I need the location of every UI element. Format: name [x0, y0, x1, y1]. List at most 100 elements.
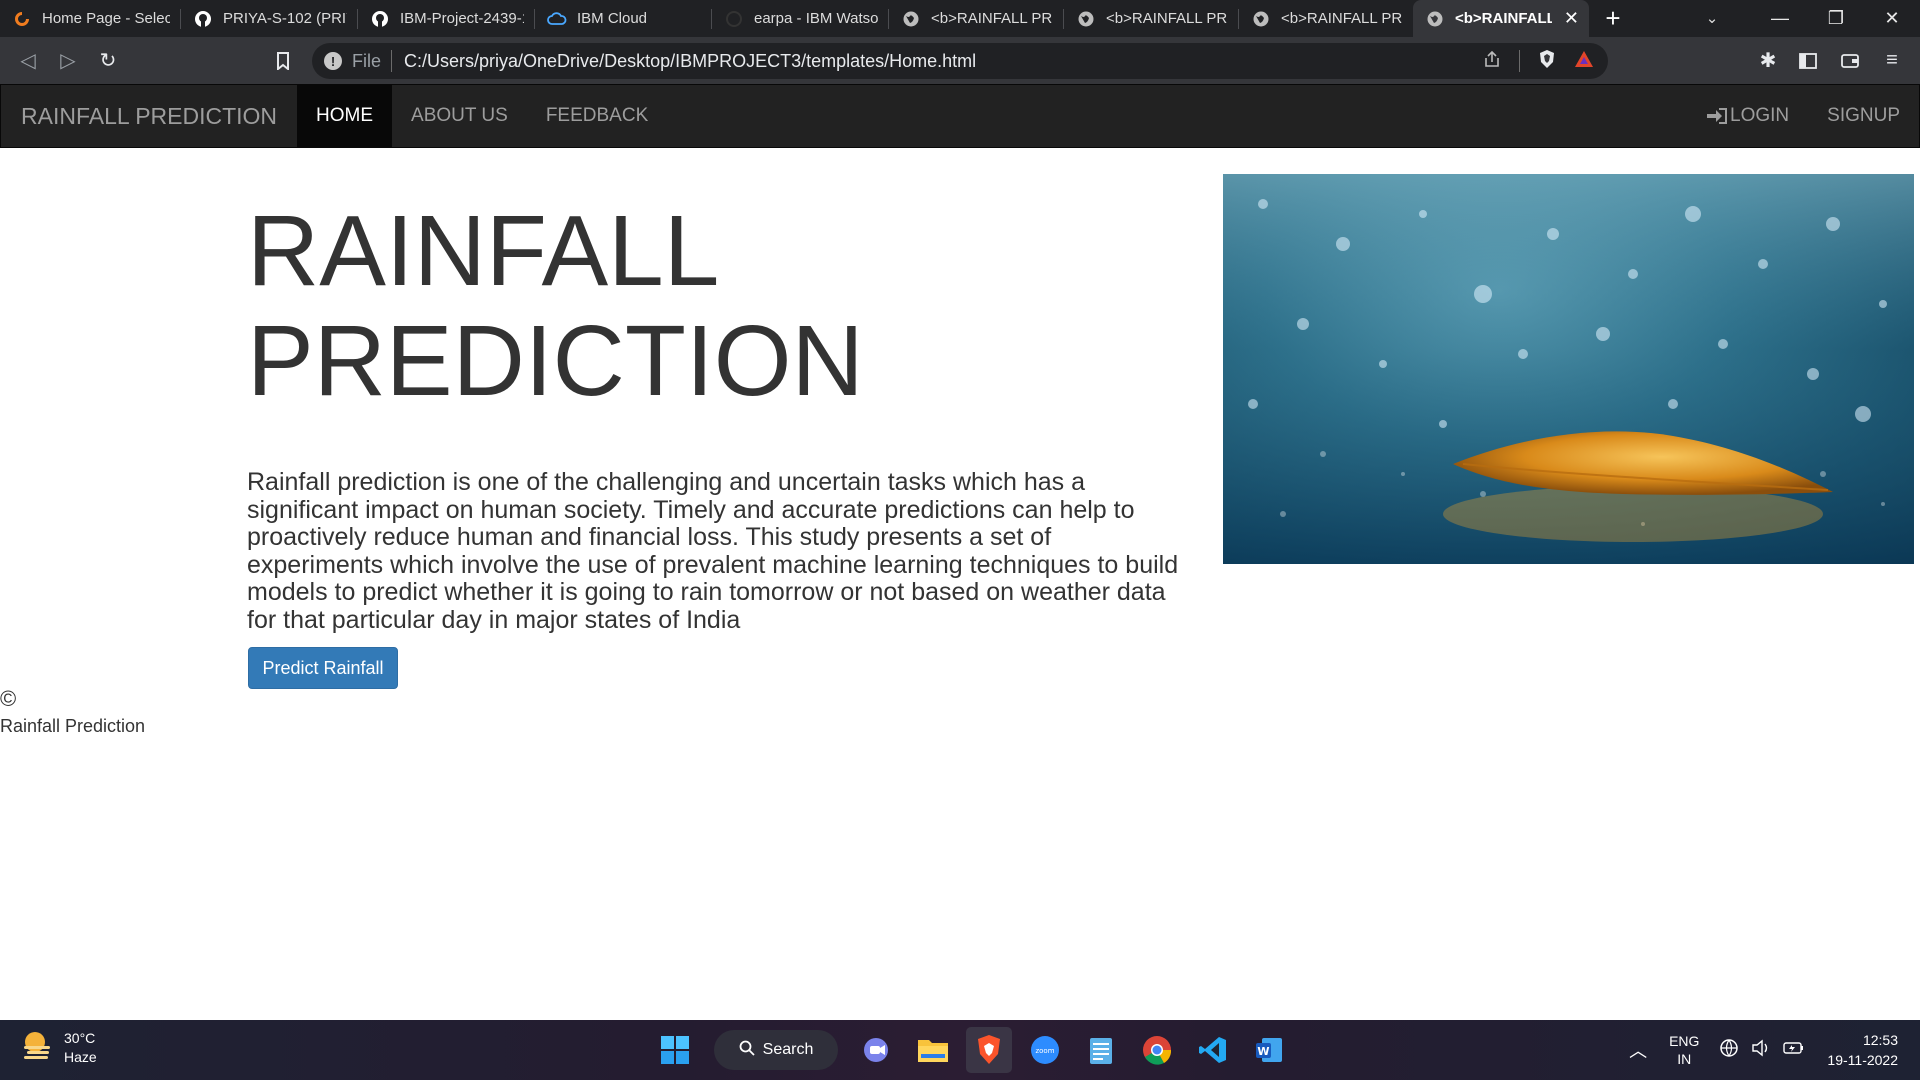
- new-tab-button[interactable]: +: [1589, 0, 1637, 37]
- browser-tab[interactable]: <b>RAINFALL PRE: [1064, 0, 1238, 37]
- region-code: IN: [1677, 1051, 1692, 1067]
- notepad-icon[interactable]: [1078, 1027, 1124, 1073]
- windows-start-icon[interactable]: [652, 1027, 698, 1073]
- browser-tab-strip: Home Page - Select PRIYA-S-102 (PRIYA IB…: [0, 0, 1920, 37]
- browser-tab[interactable]: IBM Cloud: [535, 0, 711, 37]
- watson-icon: [724, 9, 744, 29]
- zoom-icon[interactable]: zoom: [1022, 1027, 1068, 1073]
- rain-image-art: [1223, 174, 1914, 564]
- extensions-icon[interactable]: ✱: [1748, 41, 1788, 81]
- share-icon[interactable]: [1483, 50, 1501, 73]
- search-icon: [739, 1040, 755, 1061]
- brave-browser-icon[interactable]: [966, 1027, 1012, 1073]
- taskbar-clock[interactable]: 12:53 19-11-2022: [1827, 1030, 1898, 1070]
- svg-text:zoom: zoom: [1035, 1047, 1054, 1055]
- url-text[interactable]: C:/Users/priya/OneDrive/Desktop/IBMPROJE…: [404, 51, 976, 72]
- globe-icon: [901, 9, 921, 29]
- sun-haze-icon: [20, 1028, 54, 1067]
- address-divider: [391, 50, 393, 72]
- globe-icon: [1425, 9, 1445, 29]
- input-language[interactable]: ENG IN: [1669, 1032, 1699, 1068]
- window-controls: — ❐ ✕: [1752, 0, 1920, 37]
- browser-toolbar: ◁ ▷ ↻ ! File C:/Users/priya/OneDrive/Des…: [0, 37, 1920, 84]
- intro-paragraph: Rainfall prediction is one of the challe…: [247, 468, 1179, 634]
- tab-title: IBM-Project-2439-1: [400, 10, 524, 27]
- login-label: LOGIN: [1730, 105, 1790, 126]
- browser-tab[interactable]: PRIYA-S-102 (PRIYA: [181, 0, 357, 37]
- search-label: Search: [762, 1041, 814, 1058]
- bookmark-icon[interactable]: [263, 41, 303, 81]
- globe-icon: [1251, 9, 1271, 29]
- site-navbar: RAINFALL PREDICTION HOME ABOUT US FEEDBA…: [0, 84, 1920, 148]
- navbar-brand[interactable]: RAINFALL PREDICTION: [1, 84, 297, 148]
- browser-tab-active[interactable]: <b>RAINFALL ✕: [1413, 0, 1589, 37]
- site-info-icon[interactable]: !: [324, 52, 342, 70]
- browser-tab[interactable]: IBM-Project-2439-1: [358, 0, 534, 37]
- close-tab-icon[interactable]: ✕: [1564, 8, 1579, 29]
- brave-shields-icon[interactable]: [1538, 49, 1556, 74]
- address-divider: [1519, 50, 1520, 72]
- clock-time: 12:53: [1862, 1032, 1898, 1048]
- predict-rainfall-button[interactable]: Predict Rainfall: [248, 647, 398, 689]
- title-line-1: RAINFALL: [247, 195, 720, 307]
- nav-home[interactable]: HOME: [297, 85, 393, 147]
- show-hidden-icons-chevron-icon[interactable]: ︿: [1629, 1037, 1647, 1063]
- clock-date: 19-11-2022: [1827, 1052, 1898, 1068]
- browser-tab[interactable]: earpa - IBM Watso: [712, 0, 888, 37]
- brave-rewards-icon[interactable]: [1574, 50, 1594, 73]
- tab-title: <b>RAINFALL PRE: [931, 10, 1053, 27]
- github-icon: [193, 9, 213, 29]
- tab-title: PRIYA-S-102 (PRIYA: [223, 10, 347, 27]
- restore-icon[interactable]: ❐: [1808, 8, 1864, 29]
- nav-login[interactable]: LOGIN: [1687, 85, 1808, 147]
- tab-search-chevron-icon[interactable]: ⌄: [1692, 0, 1732, 37]
- page-title: RAINFALL PREDICTION: [247, 196, 1177, 416]
- forward-icon[interactable]: ▷: [48, 41, 88, 81]
- eclipse-che-icon: [12, 9, 32, 29]
- footer-text: Rainfall Prediction: [0, 716, 146, 736]
- menu-icon[interactable]: ≡: [1872, 41, 1912, 81]
- nav-feedback[interactable]: FEEDBACK: [527, 85, 667, 147]
- title-line-2: PREDICTION: [247, 305, 864, 417]
- close-window-icon[interactable]: ✕: [1864, 8, 1920, 29]
- taskbar-apps: Search zoom W: [652, 1026, 1292, 1074]
- weather-condition: Haze: [64, 1048, 97, 1065]
- vscode-icon[interactable]: [1190, 1027, 1236, 1073]
- back-icon[interactable]: ◁: [8, 41, 48, 81]
- tab-title: Home Page - Select: [42, 10, 170, 27]
- browser-tab[interactable]: <b>RAINFALL PRE: [889, 0, 1063, 37]
- rain-leaf-image: [1223, 174, 1914, 564]
- network-globe-icon[interactable]: [1719, 1038, 1739, 1063]
- sidebar-icon[interactable]: [1788, 41, 1828, 81]
- language-code: ENG: [1669, 1033, 1700, 1049]
- browser-tab[interactable]: Home Page - Select: [0, 0, 180, 37]
- navbar-right: LOGIN SIGNUP: [1687, 85, 1919, 147]
- tab-title: <b>RAINFALL: [1455, 10, 1552, 27]
- reload-icon[interactable]: ↻: [88, 41, 128, 81]
- browser-tab[interactable]: <b>RAINFALL PRE: [1239, 0, 1413, 37]
- tab-title: earpa - IBM Watso: [754, 10, 878, 27]
- web-page: RAINFALL PREDICTION HOME ABOUT US FEEDBA…: [0, 84, 1920, 1020]
- chrome-icon[interactable]: [1134, 1027, 1180, 1073]
- teams-chat-icon[interactable]: [854, 1027, 900, 1073]
- taskbar-search-button[interactable]: Search: [714, 1030, 838, 1070]
- nav-signup[interactable]: SIGNUP: [1808, 85, 1919, 147]
- svg-text:W: W: [1257, 1045, 1269, 1058]
- minimize-icon[interactable]: —: [1752, 8, 1808, 29]
- weather-widget[interactable]: 30°C Haze: [20, 1028, 97, 1067]
- copyright-icon: ©: [0, 686, 17, 711]
- tab-title: IBM Cloud: [577, 10, 648, 27]
- file-explorer-icon[interactable]: [910, 1027, 956, 1073]
- tab-title: <b>RAINFALL PRE: [1106, 10, 1228, 27]
- volume-icon[interactable]: [1751, 1039, 1771, 1062]
- tab-title: <b>RAINFALL PRE: [1281, 10, 1403, 27]
- ibm-cloud-icon: [547, 9, 567, 29]
- address-bar[interactable]: ! File C:/Users/priya/OneDrive/Desktop/I…: [312, 43, 1608, 79]
- login-icon: [1706, 107, 1728, 125]
- battery-icon[interactable]: [1783, 1040, 1805, 1061]
- wallet-icon[interactable]: [1830, 41, 1870, 81]
- url-scheme: File: [352, 50, 382, 71]
- windows-taskbar: 30°C Haze Search zoom W ︿ ENG IN 12:53 1…: [0, 1020, 1920, 1080]
- nav-about-us[interactable]: ABOUT US: [392, 85, 527, 147]
- word-icon[interactable]: W: [1246, 1027, 1292, 1073]
